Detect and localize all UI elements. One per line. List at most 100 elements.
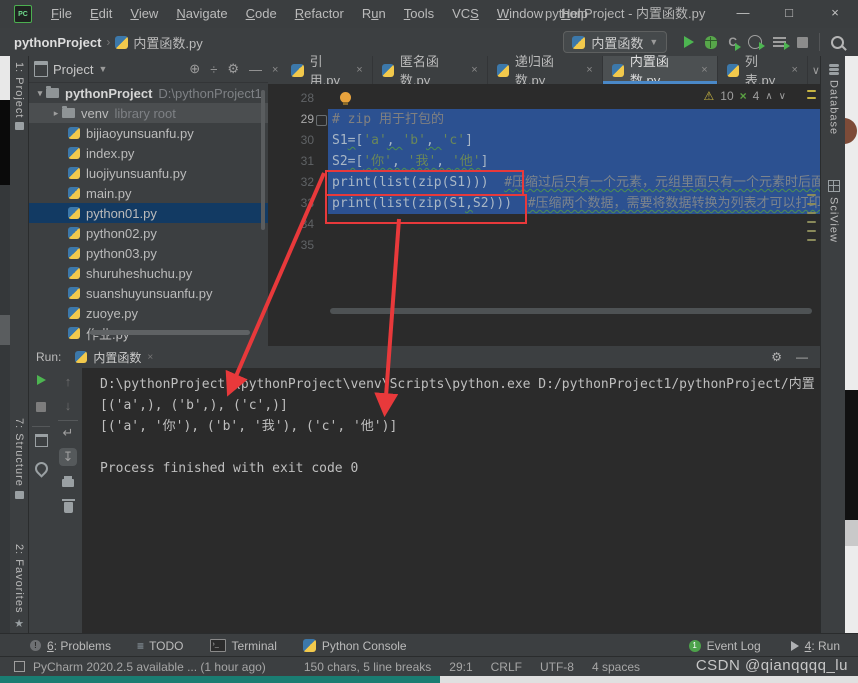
project-horizontal-scrollbar[interactable] (90, 330, 250, 335)
run-button[interactable] (684, 36, 694, 48)
breadcrumb-file[interactable]: 内置函数.py (133, 33, 202, 52)
stop-process-button[interactable] (28, 402, 54, 412)
close-icon[interactable]: × (147, 352, 153, 363)
tool-window-button-problems[interactable]: !6: Problems (30, 639, 111, 653)
editor-line-28[interactable]: 28 (268, 88, 820, 109)
tool-button-structure[interactable]: 7: Structure (10, 418, 28, 499)
close-icon[interactable]: × (586, 64, 592, 76)
tree-item-shuruheshuchu-py[interactable]: shuruheshuchu.py (28, 263, 268, 283)
tool-window-button-eventlog[interactable]: 1Event Log (689, 639, 761, 653)
rerun-button[interactable] (28, 375, 54, 385)
editor-line-34[interactable]: 34 (268, 214, 820, 235)
collapse-all-button[interactable]: ÷ (210, 62, 217, 77)
close-icon[interactable]: × (791, 64, 797, 76)
tab-内置函数-py[interactable]: 内置函数.py× (603, 56, 718, 84)
status-char-count[interactable]: 150 chars, 5 line breaks (304, 660, 431, 674)
menu-run[interactable]: Run (353, 0, 395, 28)
status-line-separator[interactable]: CRLF (491, 660, 522, 674)
stop-button[interactable] (797, 37, 808, 48)
locate-file-button[interactable]: ⊕ (189, 61, 200, 77)
menu-code[interactable]: Code (237, 0, 286, 28)
tab-列表-py[interactable]: 列表.py× (718, 56, 808, 84)
editor-line-31[interactable]: 31S2=['你', '我', '他'] (268, 151, 820, 172)
tree-item-python02-py[interactable]: python02.py (28, 223, 268, 243)
editor-horizontal-scrollbar[interactable] (330, 308, 812, 314)
tool-button-database[interactable]: Database (821, 64, 846, 135)
project-vertical-scrollbar[interactable] (261, 90, 265, 230)
menu-tools[interactable]: Tools (395, 0, 443, 28)
search-everywhere-button[interactable] (831, 36, 844, 49)
tool-window-button-todo[interactable]: ≡TODO (137, 639, 183, 653)
hide-panel-button[interactable]: — (796, 350, 808, 364)
status-caret-position[interactable]: 29:1 (449, 660, 472, 674)
menu-vcs[interactable]: VCS (443, 0, 488, 28)
minimize-button[interactable]: — (720, 0, 766, 28)
tool-window-button-terminal[interactable]: ›_Terminal (210, 639, 277, 653)
hide-panel-button[interactable]: — (249, 62, 262, 77)
tree-item-python01-py[interactable]: python01.py (28, 203, 268, 223)
editor-line-33[interactable]: 33print(list(zip(S1,S2))) #压缩两个数据，需要将数据转… (268, 193, 820, 214)
tool-button-favorites[interactable]: 2: Favorites ★ (10, 544, 28, 630)
tool-button-sciview[interactable]: SciView (821, 180, 846, 243)
menu-navigate[interactable]: Navigate (167, 0, 236, 28)
tree-item-suanshuyunsuanfu-py[interactable]: suanshuyunsuanfu.py (28, 283, 268, 303)
close-icon[interactable]: × (701, 64, 707, 76)
close-button[interactable]: × (812, 0, 858, 28)
tab-匿名函数-py[interactable]: 匿名函数.py× (373, 56, 488, 84)
tool-window-button-run[interactable]: 4: Run (791, 639, 840, 653)
status-indent[interactable]: 4 spaces (592, 660, 640, 674)
tree-item-index-py[interactable]: index.py (28, 143, 268, 163)
project-panel-tab[interactable]: Project ▼ (34, 61, 107, 77)
restore-layout-button[interactable] (28, 434, 54, 447)
tree-item-zuoye-py[interactable]: zuoye.py (28, 303, 268, 323)
down-stacktrace-button[interactable]: ↓ (54, 398, 82, 413)
run-config-select[interactable]: 内置函数 ▼ (563, 31, 667, 53)
background-block (0, 185, 10, 315)
tree-item-bijiaoyunsuanfu-py[interactable]: bijiaoyunsuanfu.py (28, 123, 268, 143)
tree-item-main-py[interactable]: main.py (28, 183, 268, 203)
breadcrumb-project[interactable]: pythonProject (14, 35, 101, 50)
soft-wrap-button[interactable]: ↵ (54, 425, 82, 441)
editor-line-35[interactable]: 35 (268, 235, 820, 256)
status-encoding[interactable]: UTF-8 (540, 660, 574, 674)
print-button[interactable] (54, 476, 82, 487)
fold-marker-icon[interactable] (316, 115, 327, 126)
settings-gear-icon[interactable]: ⚙ (771, 350, 782, 364)
tool-button-project[interactable]: 1: Project (10, 62, 28, 130)
close-icon[interactable]: × (268, 64, 282, 76)
menu-view[interactable]: View (121, 0, 167, 28)
code-editor[interactable]: ⚠ 10 × 4 ∧ ∨ 2829# zip 用于打包的30S1=['a', '… (268, 84, 820, 346)
clear-console-button[interactable] (54, 500, 82, 513)
run-tab[interactable]: 内置函数 × (75, 349, 153, 366)
menu-file[interactable]: File (42, 0, 81, 28)
tool-window-button-python[interactable]: Python Console (303, 639, 407, 653)
maximize-button[interactable]: □ (766, 0, 812, 28)
close-icon[interactable]: × (356, 64, 362, 76)
up-stacktrace-button[interactable]: ↑ (54, 374, 82, 389)
menu-refactor[interactable]: Refactor (286, 0, 353, 28)
tree-root-pythonproject[interactable]: ▾pythonProjectD:\pythonProject1 (28, 83, 268, 103)
editor-line-29[interactable]: 29# zip 用于打包的 (268, 109, 820, 130)
menu-edit[interactable]: Edit (81, 0, 121, 28)
tree-item-python03-py[interactable]: python03.py (28, 243, 268, 263)
close-icon[interactable]: × (471, 64, 477, 76)
pin-tab-button[interactable] (28, 462, 54, 475)
editor-line-30[interactable]: 30S1=['a', 'b', 'c'] (268, 130, 820, 151)
profiler-button[interactable] (748, 35, 762, 49)
settings-gear-icon[interactable]: ⚙ (227, 61, 239, 77)
menu-window[interactable]: Window (488, 0, 552, 28)
scroll-to-end-button[interactable]: ↧ (54, 448, 82, 466)
tree-item-venv[interactable]: ▸venvlibrary root (28, 103, 268, 123)
debug-button[interactable] (705, 36, 717, 49)
update-icon[interactable] (14, 661, 25, 672)
editor-line-32[interactable]: 32print(list(zip(S1))) #压缩过后只有一个元素，元组里面只… (268, 172, 820, 193)
hidden-tabs-chevron-icon[interactable]: ∨ (812, 64, 820, 77)
intention-bulb-icon[interactable] (340, 92, 351, 103)
coverage-button[interactable]: C (728, 35, 737, 49)
tree-item-luojiyunsuanfu-py[interactable]: luojiyunsuanfu.py (28, 163, 268, 183)
tab-递归函数-py[interactable]: 递归函数.py× (488, 56, 603, 84)
console-output[interactable]: D:\pythonProject1\pythonProject\venv\Scr… (82, 368, 820, 633)
status-message[interactable]: PyCharm 2020.2.5 available ... (1 hour a… (33, 660, 266, 674)
tab-引用-py[interactable]: 引用.py× (282, 56, 372, 84)
concurrency-button[interactable] (773, 37, 786, 48)
